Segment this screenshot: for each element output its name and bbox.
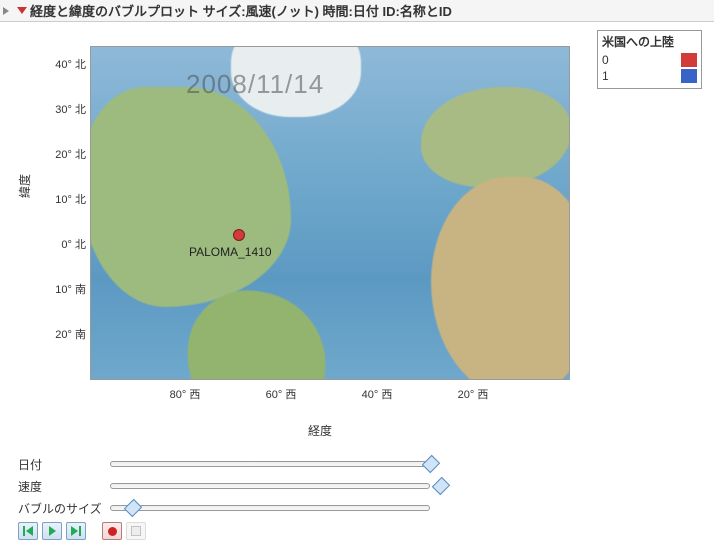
triangle-left-icon — [26, 526, 33, 536]
bubble-plot: 緯度 40° 北 30° 北 20° 北 10° 北 0° 北 10° 南 20… — [18, 28, 598, 448]
x-tick: 20° 西 — [448, 386, 498, 402]
slider-thumb[interactable] — [124, 499, 142, 517]
legend: 米国への上陸 0 1 — [597, 30, 702, 89]
legend-swatch — [681, 69, 697, 83]
legend-item[interactable]: 1 — [602, 68, 697, 84]
x-axis-label: 経度 — [308, 422, 332, 439]
bubble-label: PALOMA_1410 — [189, 245, 272, 259]
legend-item-label: 0 — [602, 53, 609, 67]
date-overlay: 2008/11/14 — [186, 69, 324, 100]
save-icon — [131, 526, 141, 536]
slider-thumb[interactable] — [422, 455, 440, 473]
landmass — [90, 87, 291, 307]
slider-label-date: 日付 — [18, 456, 110, 473]
disclosure-red-icon[interactable] — [16, 5, 28, 17]
triangle-right-icon — [49, 526, 56, 536]
landmass — [431, 177, 570, 380]
legend-title: 米国への上陸 — [602, 33, 697, 50]
legend-item-label: 1 — [602, 69, 609, 83]
y-tick: 30° 北 — [36, 101, 86, 117]
bar-icon — [23, 526, 25, 536]
y-axis-label: 緯度 — [16, 174, 33, 198]
bar-icon — [79, 526, 81, 536]
y-tick: 10° 南 — [36, 281, 86, 297]
slider-bubble-size[interactable] — [110, 505, 430, 511]
panel-header: 経度と緯度のバブルプロット サイズ:風速(ノット) 時間:日付 ID:名称とID — [0, 0, 714, 22]
y-tick: 0° 北 — [36, 236, 86, 252]
step-forward-button[interactable] — [66, 522, 86, 540]
slider-label-speed: 速度 — [18, 478, 110, 495]
landmass — [421, 87, 570, 187]
play-button[interactable] — [42, 522, 62, 540]
slider-thumb[interactable] — [431, 477, 449, 495]
bubble-point[interactable] — [233, 229, 245, 241]
legend-swatch — [681, 53, 697, 67]
y-tick: 20° 北 — [36, 146, 86, 162]
step-back-button[interactable] — [18, 522, 38, 540]
x-tick: 40° 西 — [352, 386, 402, 402]
disclosure-gray-icon[interactable] — [2, 5, 14, 17]
animation-controls: 日付 速度 バブルのサイズ — [18, 454, 578, 540]
map-canvas[interactable]: 2008/11/14 PALOMA_1410 — [90, 46, 570, 380]
slider-date[interactable] — [110, 461, 430, 467]
slider-speed[interactable] — [110, 483, 430, 489]
panel-title: 経度と緯度のバブルプロット サイズ:風速(ノット) 時間:日付 ID:名称とID — [30, 1, 452, 20]
x-tick: 80° 西 — [160, 386, 210, 402]
x-tick: 60° 西 — [256, 386, 306, 402]
triangle-right-icon — [71, 526, 78, 536]
slider-label-bubble-size: バブルのサイズ — [18, 500, 110, 517]
y-tick: 10° 北 — [36, 191, 86, 207]
record-icon — [108, 527, 117, 536]
y-tick: 20° 南 — [36, 326, 86, 342]
legend-item[interactable]: 0 — [602, 52, 697, 68]
save-button — [126, 522, 146, 540]
record-button[interactable] — [102, 522, 122, 540]
y-tick: 40° 北 — [36, 56, 86, 72]
